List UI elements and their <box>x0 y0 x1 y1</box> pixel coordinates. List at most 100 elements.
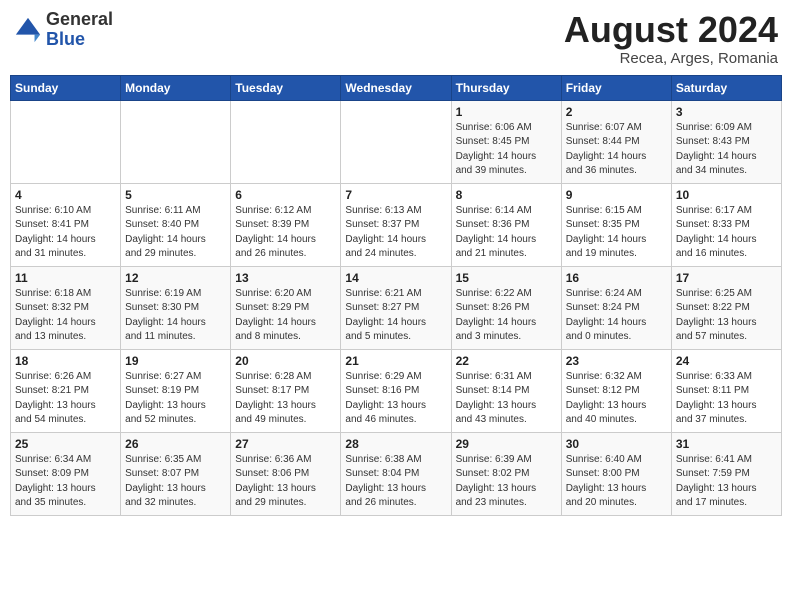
day-detail: Sunrise: 6:20 AM Sunset: 8:29 PM Dayligh… <box>235 287 336 345</box>
calendar-cell: 31Sunrise: 6:41 AM Sunset: 7:59 PM Dayli… <box>671 432 781 515</box>
day-detail: Sunrise: 6:12 AM Sunset: 8:39 PM Dayligh… <box>235 204 336 262</box>
day-number: 26 <box>125 437 226 451</box>
day-detail: Sunrise: 6:34 AM Sunset: 8:09 PM Dayligh… <box>15 453 116 511</box>
logo-text: General Blue <box>46 10 113 50</box>
day-number: 25 <box>15 437 116 451</box>
weekday-header-friday: Friday <box>561 75 671 100</box>
calendar-week-2: 4 Sunrise: 6:10 AM Sunset: 8:41 PM Daylig… <box>11 183 782 266</box>
day-number: 6 <box>235 188 336 202</box>
logo-icon <box>14 16 42 44</box>
weekday-header-wednesday: Wednesday <box>341 75 451 100</box>
day-detail: Sunrise: 6:10 AM Sunset: 8:41 PM Dayligh… <box>15 204 116 262</box>
day-detail: Sunrise: 6:11 AM Sunset: 8:40 PM Dayligh… <box>125 204 226 262</box>
logo-blue-text: Blue <box>46 30 113 50</box>
title-block: August 2024 Recea, Arges, Romania <box>564 10 778 67</box>
day-number: 18 <box>15 354 116 368</box>
day-number: 21 <box>345 354 446 368</box>
weekday-header-saturday: Saturday <box>671 75 781 100</box>
calendar-cell <box>231 100 341 183</box>
day-detail: Sunrise: 6:38 AM Sunset: 8:04 PM Dayligh… <box>345 453 446 511</box>
day-number: 13 <box>235 271 336 285</box>
calendar-cell: 12Sunrise: 6:19 AM Sunset: 8:30 PM Dayli… <box>121 266 231 349</box>
calendar-cell: 5 Sunrise: 6:11 AM Sunset: 8:40 PM Daylig… <box>121 183 231 266</box>
day-detail: Sunrise: 6:15 AM Sunset: 8:35 PM Dayligh… <box>566 204 667 262</box>
day-number: 30 <box>566 437 667 451</box>
day-detail: Sunrise: 6:36 AM Sunset: 8:06 PM Dayligh… <box>235 453 336 511</box>
calendar-cell <box>11 100 121 183</box>
day-number: 15 <box>456 271 557 285</box>
calendar-cell: 17 Sunrise: 6:25 AM Sunset: 8:22 PM Dayli… <box>671 266 781 349</box>
day-detail: Sunrise: 6:28 AM Sunset: 8:17 PM Dayligh… <box>235 370 336 428</box>
calendar-week-3: 11Sunrise: 6:18 AM Sunset: 8:32 PM Dayli… <box>11 266 782 349</box>
calendar-cell: 30 Sunrise: 6:40 AM Sunset: 8:00 PM Dayli… <box>561 432 671 515</box>
day-number: 3 <box>676 105 777 119</box>
calendar-cell: 10 Sunrise: 6:17 AM Sunset: 8:33 PM Dayli… <box>671 183 781 266</box>
calendar-week-1: 1 Sunrise: 6:06 AM Sunset: 8:45 PM Daylig… <box>11 100 782 183</box>
calendar-cell: 14Sunrise: 6:21 AM Sunset: 8:27 PM Dayli… <box>341 266 451 349</box>
day-number: 22 <box>456 354 557 368</box>
day-detail: Sunrise: 6:39 AM Sunset: 8:02 PM Dayligh… <box>456 453 557 511</box>
day-detail: Sunrise: 6:06 AM Sunset: 8:45 PM Dayligh… <box>456 121 557 179</box>
day-number: 8 <box>456 188 557 202</box>
day-number: 7 <box>345 188 446 202</box>
calendar-cell: 16Sunrise: 6:24 AM Sunset: 8:24 PM Dayli… <box>561 266 671 349</box>
calendar-cell: 3Sunrise: 6:09 AM Sunset: 8:43 PM Daylig… <box>671 100 781 183</box>
day-number: 23 <box>566 354 667 368</box>
calendar-cell: 2 Sunrise: 6:07 AM Sunset: 8:44 PM Daylig… <box>561 100 671 183</box>
calendar-cell: 27 Sunrise: 6:36 AM Sunset: 8:06 PM Dayli… <box>231 432 341 515</box>
calendar-cell: 8 Sunrise: 6:14 AM Sunset: 8:36 PM Daylig… <box>451 183 561 266</box>
calendar-body: 1 Sunrise: 6:06 AM Sunset: 8:45 PM Daylig… <box>11 100 782 515</box>
day-number: 9 <box>566 188 667 202</box>
calendar-cell <box>121 100 231 183</box>
calendar-cell: 21Sunrise: 6:29 AM Sunset: 8:16 PM Dayli… <box>341 349 451 432</box>
calendar-cell: 23Sunrise: 6:32 AM Sunset: 8:12 PM Dayli… <box>561 349 671 432</box>
calendar-week-5: 25 Sunrise: 6:34 AM Sunset: 8:09 PM Dayli… <box>11 432 782 515</box>
weekday-header-thursday: Thursday <box>451 75 561 100</box>
day-detail: Sunrise: 6:25 AM Sunset: 8:22 PM Dayligh… <box>676 287 777 345</box>
day-detail: Sunrise: 6:24 AM Sunset: 8:24 PM Dayligh… <box>566 287 667 345</box>
day-number: 12 <box>125 271 226 285</box>
weekday-row: SundayMondayTuesdayWednesdayThursdayFrid… <box>11 75 782 100</box>
calendar-cell: 24Sunrise: 6:33 AM Sunset: 8:11 PM Dayli… <box>671 349 781 432</box>
calendar-cell: 9 Sunrise: 6:15 AM Sunset: 8:35 PM Daylig… <box>561 183 671 266</box>
calendar-cell: 19Sunrise: 6:27 AM Sunset: 8:19 PM Dayli… <box>121 349 231 432</box>
day-detail: Sunrise: 6:40 AM Sunset: 8:00 PM Dayligh… <box>566 453 667 511</box>
weekday-header-monday: Monday <box>121 75 231 100</box>
calendar-cell: 1 Sunrise: 6:06 AM Sunset: 8:45 PM Daylig… <box>451 100 561 183</box>
weekday-header-tuesday: Tuesday <box>231 75 341 100</box>
calendar-cell: 7Sunrise: 6:13 AM Sunset: 8:37 PM Daylig… <box>341 183 451 266</box>
day-number: 19 <box>125 354 226 368</box>
calendar-cell: 11Sunrise: 6:18 AM Sunset: 8:32 PM Dayli… <box>11 266 121 349</box>
logo: General Blue <box>14 10 113 50</box>
day-number: 10 <box>676 188 777 202</box>
day-number: 2 <box>566 105 667 119</box>
day-detail: Sunrise: 6:07 AM Sunset: 8:44 PM Dayligh… <box>566 121 667 179</box>
calendar-cell: 29 Sunrise: 6:39 AM Sunset: 8:02 PM Dayli… <box>451 432 561 515</box>
calendar-location: Recea, Arges, Romania <box>564 50 778 67</box>
day-number: 1 <box>456 105 557 119</box>
calendar-cell: 28 Sunrise: 6:38 AM Sunset: 8:04 PM Dayli… <box>341 432 451 515</box>
day-number: 28 <box>345 437 446 451</box>
calendar-cell: 13 Sunrise: 6:20 AM Sunset: 8:29 PM Dayli… <box>231 266 341 349</box>
day-number: 4 <box>15 188 116 202</box>
day-detail: Sunrise: 6:18 AM Sunset: 8:32 PM Dayligh… <box>15 287 116 345</box>
calendar-cell: 20 Sunrise: 6:28 AM Sunset: 8:17 PM Dayli… <box>231 349 341 432</box>
day-number: 24 <box>676 354 777 368</box>
day-detail: Sunrise: 6:41 AM Sunset: 7:59 PM Dayligh… <box>676 453 777 511</box>
weekday-header-sunday: Sunday <box>11 75 121 100</box>
day-detail: Sunrise: 6:35 AM Sunset: 8:07 PM Dayligh… <box>125 453 226 511</box>
day-number: 20 <box>235 354 336 368</box>
calendar-cell: 22Sunrise: 6:31 AM Sunset: 8:14 PM Dayli… <box>451 349 561 432</box>
logo-general-text: General <box>46 10 113 30</box>
day-detail: Sunrise: 6:17 AM Sunset: 8:33 PM Dayligh… <box>676 204 777 262</box>
day-number: 27 <box>235 437 336 451</box>
calendar-cell: 4 Sunrise: 6:10 AM Sunset: 8:41 PM Daylig… <box>11 183 121 266</box>
day-number: 17 <box>676 271 777 285</box>
page-header: General Blue August 2024 Recea, Arges, R… <box>10 10 782 67</box>
calendar-table: SundayMondayTuesdayWednesdayThursdayFrid… <box>10 75 782 516</box>
day-detail: Sunrise: 6:14 AM Sunset: 8:36 PM Dayligh… <box>456 204 557 262</box>
day-number: 5 <box>125 188 226 202</box>
calendar-cell: 18Sunrise: 6:26 AM Sunset: 8:21 PM Dayli… <box>11 349 121 432</box>
day-detail: Sunrise: 6:21 AM Sunset: 8:27 PM Dayligh… <box>345 287 446 345</box>
day-number: 29 <box>456 437 557 451</box>
